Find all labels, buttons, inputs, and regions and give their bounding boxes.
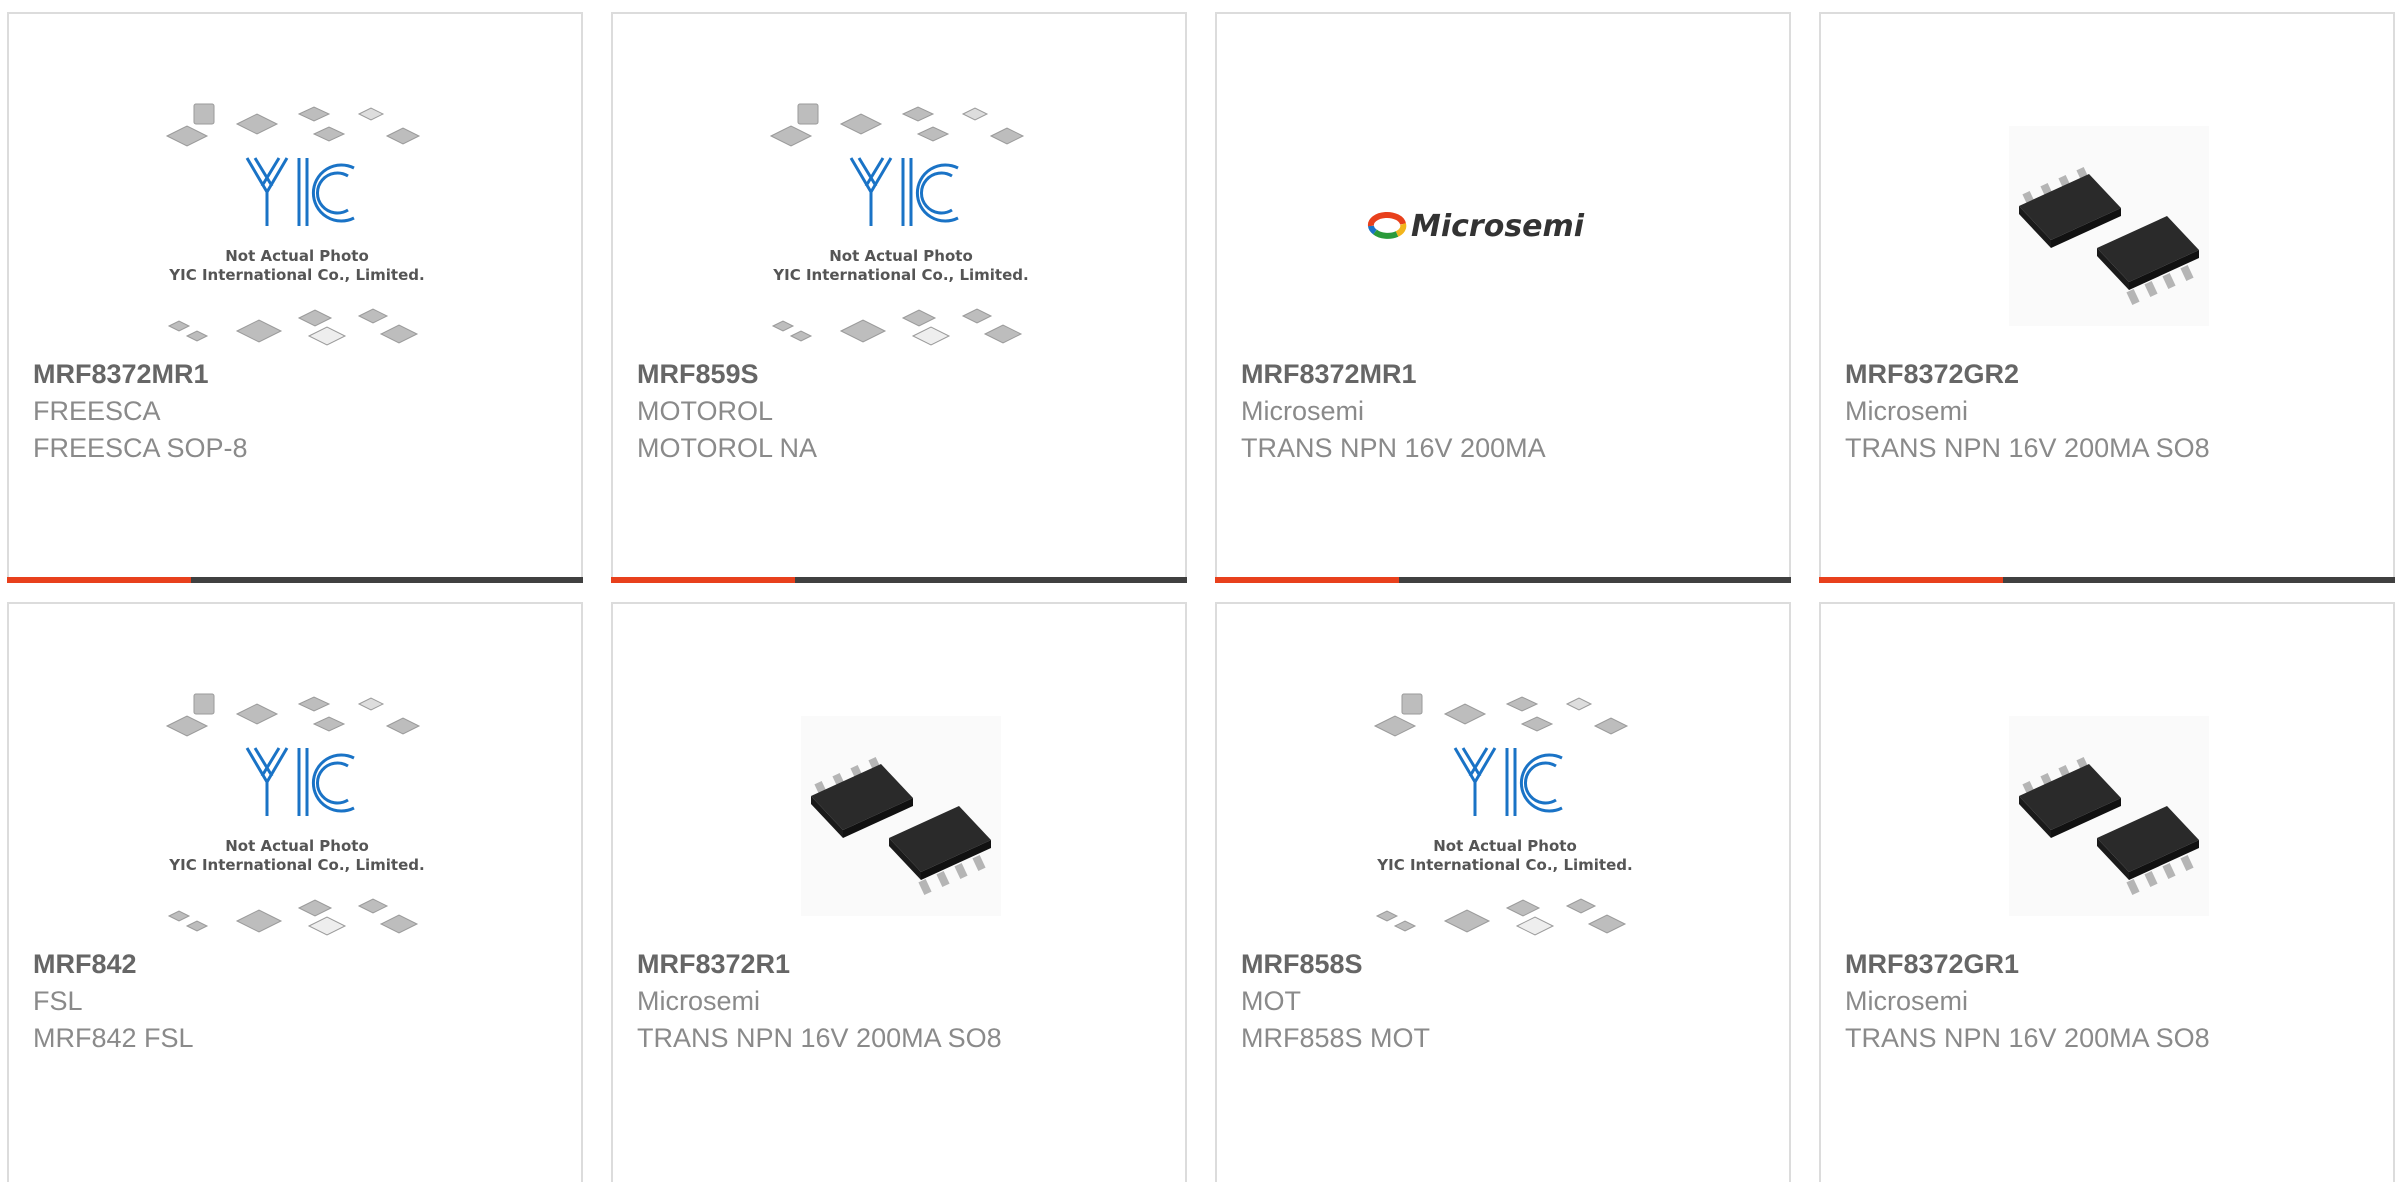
product-info: MRF8372R1 Microsemi TRANS NPN 16V 200MA …	[637, 945, 1169, 1057]
product-info: MRF858S MOT MRF858S MOT	[1241, 945, 1773, 1057]
manufacturer: FSL	[33, 986, 83, 1016]
part-number[interactable]: MRF8372R1	[637, 945, 1169, 983]
manufacturer: Microsemi	[1845, 396, 1969, 426]
manufacturer: FREESCA	[33, 396, 161, 426]
manufacturer: MOTOROL	[637, 396, 774, 426]
product-card[interactable]: MRF858S MOT MRF858S MOT	[1215, 602, 1791, 1182]
product-info: MRF8372GR2 Microsemi TRANS NPN 16V 200MA…	[1845, 355, 2377, 467]
product-card[interactable]: MRF8372MR1 FREESCA FREESCA SOP-8	[7, 12, 583, 583]
card-accent-bar	[1215, 577, 1791, 583]
description: MRF842 FSL	[33, 1023, 194, 1053]
product-info: MRF8372MR1 FREESCA FREESCA SOP-8	[33, 355, 565, 467]
product-info: MRF8372GR1 Microsemi TRANS NPN 16V 200MA…	[1845, 945, 2377, 1057]
manufacturer: Microsemi	[637, 986, 761, 1016]
card-accent-bar	[611, 577, 1187, 583]
manufacturer: Microsemi	[1845, 986, 1969, 1016]
description: TRANS NPN 16V 200MA	[1241, 433, 1546, 463]
product-image[interactable]: Microsemi	[1367, 96, 1643, 356]
part-number[interactable]: MRF8372MR1	[1241, 355, 1773, 393]
product-card[interactable]: Microsemi MRF8372MR1 Microsemi TRANS NPN…	[1215, 12, 1791, 583]
product-image[interactable]	[763, 686, 1039, 946]
description: MRF858S MOT	[1241, 1023, 1431, 1053]
product-image[interactable]	[763, 96, 1039, 356]
product-info: MRF859S MOTOROL MOTOROL NA	[637, 355, 1169, 467]
card-accent-bar	[7, 577, 583, 583]
part-number[interactable]: MRF858S	[1241, 945, 1773, 983]
description: MOTOROL NA	[637, 433, 818, 463]
manufacturer: Microsemi	[1241, 396, 1365, 426]
description: FREESCA SOP-8	[33, 433, 248, 463]
part-number[interactable]: MRF8372MR1	[33, 355, 565, 393]
part-number[interactable]: MRF842	[33, 945, 565, 983]
description: TRANS NPN 16V 200MA SO8	[1845, 1023, 2210, 1053]
product-card[interactable]: MRF8372R1 Microsemi TRANS NPN 16V 200MA …	[611, 602, 1187, 1182]
product-image[interactable]	[1971, 96, 2247, 356]
svg-text:Microsemi: Microsemi	[1411, 209, 1585, 244]
product-card[interactable]: MRF859S MOTOROL MOTOROL NA	[611, 12, 1187, 583]
description: TRANS NPN 16V 200MA SO8	[637, 1023, 1002, 1053]
part-number[interactable]: MRF859S	[637, 355, 1169, 393]
description: TRANS NPN 16V 200MA SO8	[1845, 433, 2210, 463]
part-number[interactable]: MRF8372GR1	[1845, 945, 2377, 983]
product-image[interactable]	[1367, 686, 1643, 946]
product-card[interactable]: MRF8372GR2 Microsemi TRANS NPN 16V 200MA…	[1819, 12, 2395, 583]
product-card[interactable]: MRF8372GR1 Microsemi TRANS NPN 16V 200MA…	[1819, 602, 2395, 1182]
card-accent-bar	[1819, 577, 2395, 583]
product-grid: MRF8372MR1 FREESCA FREESCA SOP-8 MRF859S…	[0, 0, 2400, 1182]
product-info: MRF842 FSL MRF842 FSL	[33, 945, 565, 1057]
product-card[interactable]: MRF842 FSL MRF842 FSL	[7, 602, 583, 1182]
part-number[interactable]: MRF8372GR2	[1845, 355, 2377, 393]
product-image[interactable]	[1971, 686, 2247, 946]
microsemi-logo: Microsemi	[1367, 209, 1585, 244]
product-image[interactable]	[159, 686, 435, 946]
product-info: MRF8372MR1 Microsemi TRANS NPN 16V 200MA	[1241, 355, 1773, 467]
manufacturer: MOT	[1241, 986, 1301, 1016]
product-image[interactable]	[159, 96, 435, 356]
